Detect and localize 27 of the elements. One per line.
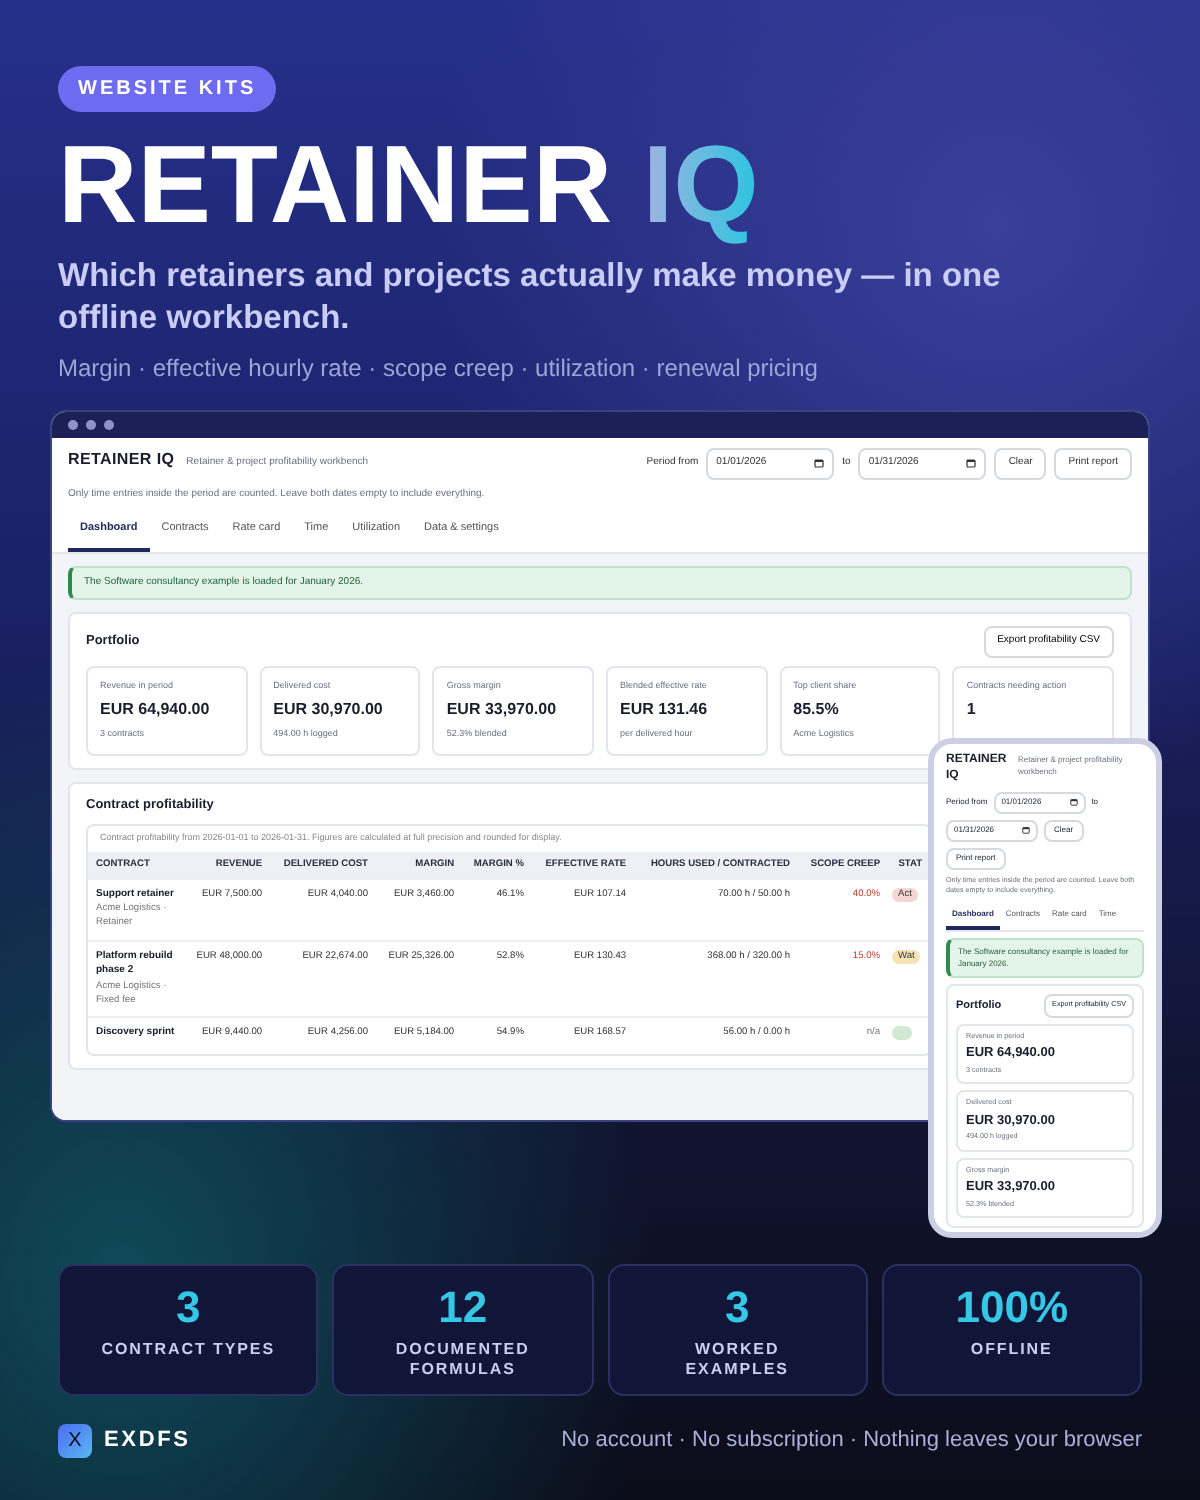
stat-label: DOCUMENTED FORMULAS — [393, 1339, 532, 1380]
headline: Which retainers and projects actually make money — in one offline workbench. — [58, 255, 1003, 340]
tagline: Margin · effective hourly rate · scope creep · utilization · renewal pricing — [58, 351, 818, 386]
stat-value: 3 — [176, 1285, 201, 1330]
stat-value: 3 — [725, 1285, 750, 1330]
app-name: RETAINER IQ — [68, 447, 175, 472]
metric-value: EUR 64,940.00 — [100, 698, 212, 723]
stat-label: CONTRACT TYPES — [99, 1339, 278, 1360]
calendar-icon — [966, 458, 977, 469]
stat-value: 100% — [955, 1285, 1069, 1330]
calendar-icon — [1069, 798, 1078, 807]
product-title: RETAINER IQ — [58, 128, 759, 244]
calendar-icon — [814, 458, 825, 469]
stat-value: 12 — [438, 1285, 488, 1330]
footer-note: No account · No subscription · Nothing leaves your browser — [561, 1426, 1142, 1456]
brand-logo: X — [58, 1423, 92, 1458]
brand-name: EXDFS — [104, 1426, 191, 1456]
metric-value: EUR 30,970.00 — [273, 698, 385, 723]
metric-value: 1 — [966, 698, 978, 723]
category-badge: WEBSITE KITS — [58, 66, 277, 112]
metric-value: EUR 131.46 — [619, 698, 710, 723]
metric-value: 85.5% — [793, 698, 841, 723]
metric-value: EUR 33,970.00 — [446, 698, 559, 723]
window-dots-icon — [68, 419, 116, 430]
stat-label: WORKED EXAMPLES — [683, 1339, 791, 1380]
stat-label: OFFLINE — [968, 1339, 1055, 1360]
calendar-icon — [1022, 826, 1030, 835]
